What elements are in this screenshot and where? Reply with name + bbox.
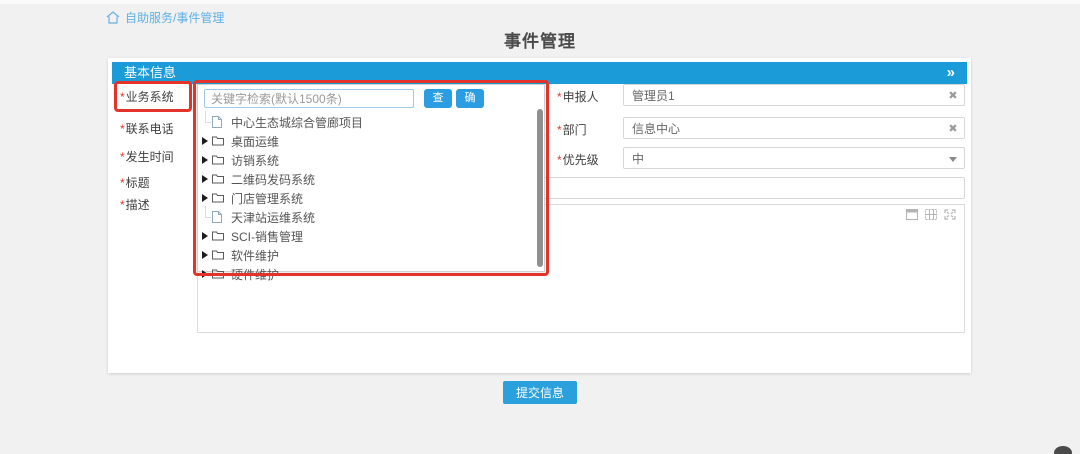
- panel-header: 基本信息 »: [112, 62, 967, 84]
- priority-caret-icon[interactable]: [946, 152, 960, 166]
- tree-item-label: 硬件维护: [231, 266, 279, 283]
- expand-arrow-icon[interactable]: [198, 172, 212, 186]
- required-mark: *: [557, 153, 562, 167]
- label-text: 申报人: [563, 90, 599, 104]
- folder-icon: [212, 248, 227, 262]
- expand-arrow-icon[interactable]: [198, 267, 212, 281]
- page-title: 事件管理: [0, 27, 1080, 52]
- folder-icon: [212, 267, 227, 281]
- folder-icon: [212, 153, 227, 167]
- breadcrumb[interactable]: 自助服务/事件管理: [106, 9, 224, 26]
- tree-item-label: 二维码发码系统: [231, 171, 315, 188]
- reporter-clear-icon[interactable]: ✖: [946, 88, 960, 102]
- label-priority: *优先级: [557, 151, 599, 168]
- tree-item-label: 中心生态城综合管廊项目: [231, 114, 363, 131]
- required-mark: *: [120, 176, 125, 190]
- top-strip: [0, 0, 1080, 4]
- tree-confirm-button[interactable]: 确定: [456, 89, 484, 108]
- department-clear-icon[interactable]: ✖: [946, 121, 960, 135]
- expand-arrow-icon[interactable]: [198, 248, 212, 262]
- tree-item-label: 门店管理系统: [231, 190, 303, 207]
- tree-connector: [198, 210, 212, 224]
- label-title: *标题: [120, 174, 150, 191]
- label-text: 联系电话: [126, 122, 174, 136]
- tree-item-label: 天津站运维系统: [231, 209, 315, 226]
- file-icon: [212, 210, 227, 224]
- editor-table-icon[interactable]: [925, 209, 937, 220]
- tree-item-branch[interactable]: 二维码发码系统: [198, 170, 315, 188]
- label-text: 发生时间: [126, 150, 174, 164]
- label-text: 业务系统: [126, 90, 174, 104]
- tree-item-label: 访销系统: [231, 152, 279, 169]
- tree-query-button[interactable]: 查询: [424, 89, 452, 108]
- tree-item-label: SCI-销售管理: [231, 228, 303, 245]
- tree-item-branch[interactable]: 门店管理系统: [198, 189, 303, 207]
- label-text: 优先级: [563, 153, 599, 167]
- corner-artifact: [1054, 446, 1072, 454]
- tree-item-branch[interactable]: 软件维护: [198, 246, 279, 264]
- home-icon: [106, 11, 120, 24]
- tree-item-leaf[interactable]: 中心生态城综合管廊项目: [198, 113, 363, 131]
- breadcrumb-label: 自助服务/事件管理: [125, 9, 224, 26]
- editor-window-icon[interactable]: [906, 209, 918, 220]
- submit-button[interactable]: 提交信息: [503, 381, 577, 404]
- file-icon: [212, 115, 227, 129]
- tree-item-label: 软件维护: [231, 247, 279, 264]
- tree-scrollbar[interactable]: [537, 109, 543, 267]
- label-contact-phone: *联系电话: [120, 120, 174, 137]
- label-text: 描述: [126, 198, 150, 212]
- required-mark: *: [557, 90, 562, 104]
- required-mark: *: [120, 198, 125, 212]
- priority-select[interactable]: [623, 147, 965, 169]
- folder-icon: [212, 191, 227, 205]
- tree-item-branch[interactable]: 访销系统: [198, 151, 279, 169]
- department-input[interactable]: [623, 117, 965, 139]
- label-department: *部门: [557, 121, 587, 138]
- expand-arrow-icon[interactable]: [198, 229, 212, 243]
- editor-toolbar: [906, 209, 956, 220]
- expand-arrow-icon[interactable]: [198, 153, 212, 167]
- tree-item-branch[interactable]: 桌面运维: [198, 132, 279, 150]
- tree-item-label: 桌面运维: [231, 133, 279, 150]
- collapse-chevrons-icon[interactable]: »: [947, 63, 955, 83]
- caret-down-glyph: [949, 157, 957, 162]
- reporter-input[interactable]: [623, 84, 965, 106]
- label-text: 部门: [563, 123, 587, 137]
- folder-icon: [212, 172, 227, 186]
- folder-icon: [212, 134, 227, 148]
- required-mark: *: [120, 150, 125, 164]
- folder-icon: [212, 229, 227, 243]
- tree-item-branch[interactable]: SCI-销售管理: [198, 227, 303, 245]
- expand-arrow-icon[interactable]: [198, 191, 212, 205]
- panel-title: 基本信息: [124, 62, 176, 84]
- tree-search-input[interactable]: [204, 89, 414, 108]
- clear-x-glyph: ✖: [948, 89, 957, 102]
- business-system-tree-popup: 查询 确定 中心生态城综合管廊项目 桌面运维 访销系统 二维码发码系统 门店管理…: [197, 84, 545, 272]
- required-mark: *: [557, 123, 562, 137]
- required-mark: *: [120, 90, 125, 104]
- basic-info-card: 基本信息 » *业务系统 *联系电话 *发生时间 *标题 *描述 *申报人 *部…: [108, 58, 971, 373]
- tree-connector: [198, 115, 212, 129]
- label-text: 标题: [126, 176, 150, 190]
- label-occurrence-time: *发生时间: [120, 148, 174, 165]
- editor-fullscreen-icon[interactable]: [944, 209, 956, 220]
- tree-item-leaf[interactable]: 天津站运维系统: [198, 208, 315, 226]
- label-business-system: *业务系统: [120, 88, 174, 105]
- label-description: *描述: [120, 196, 150, 213]
- required-mark: *: [120, 122, 125, 136]
- clear-x-glyph: ✖: [948, 122, 957, 135]
- label-reporter: *申报人: [557, 88, 599, 105]
- expand-arrow-icon[interactable]: [198, 134, 212, 148]
- tree-item-branch[interactable]: 硬件维护: [198, 265, 279, 283]
